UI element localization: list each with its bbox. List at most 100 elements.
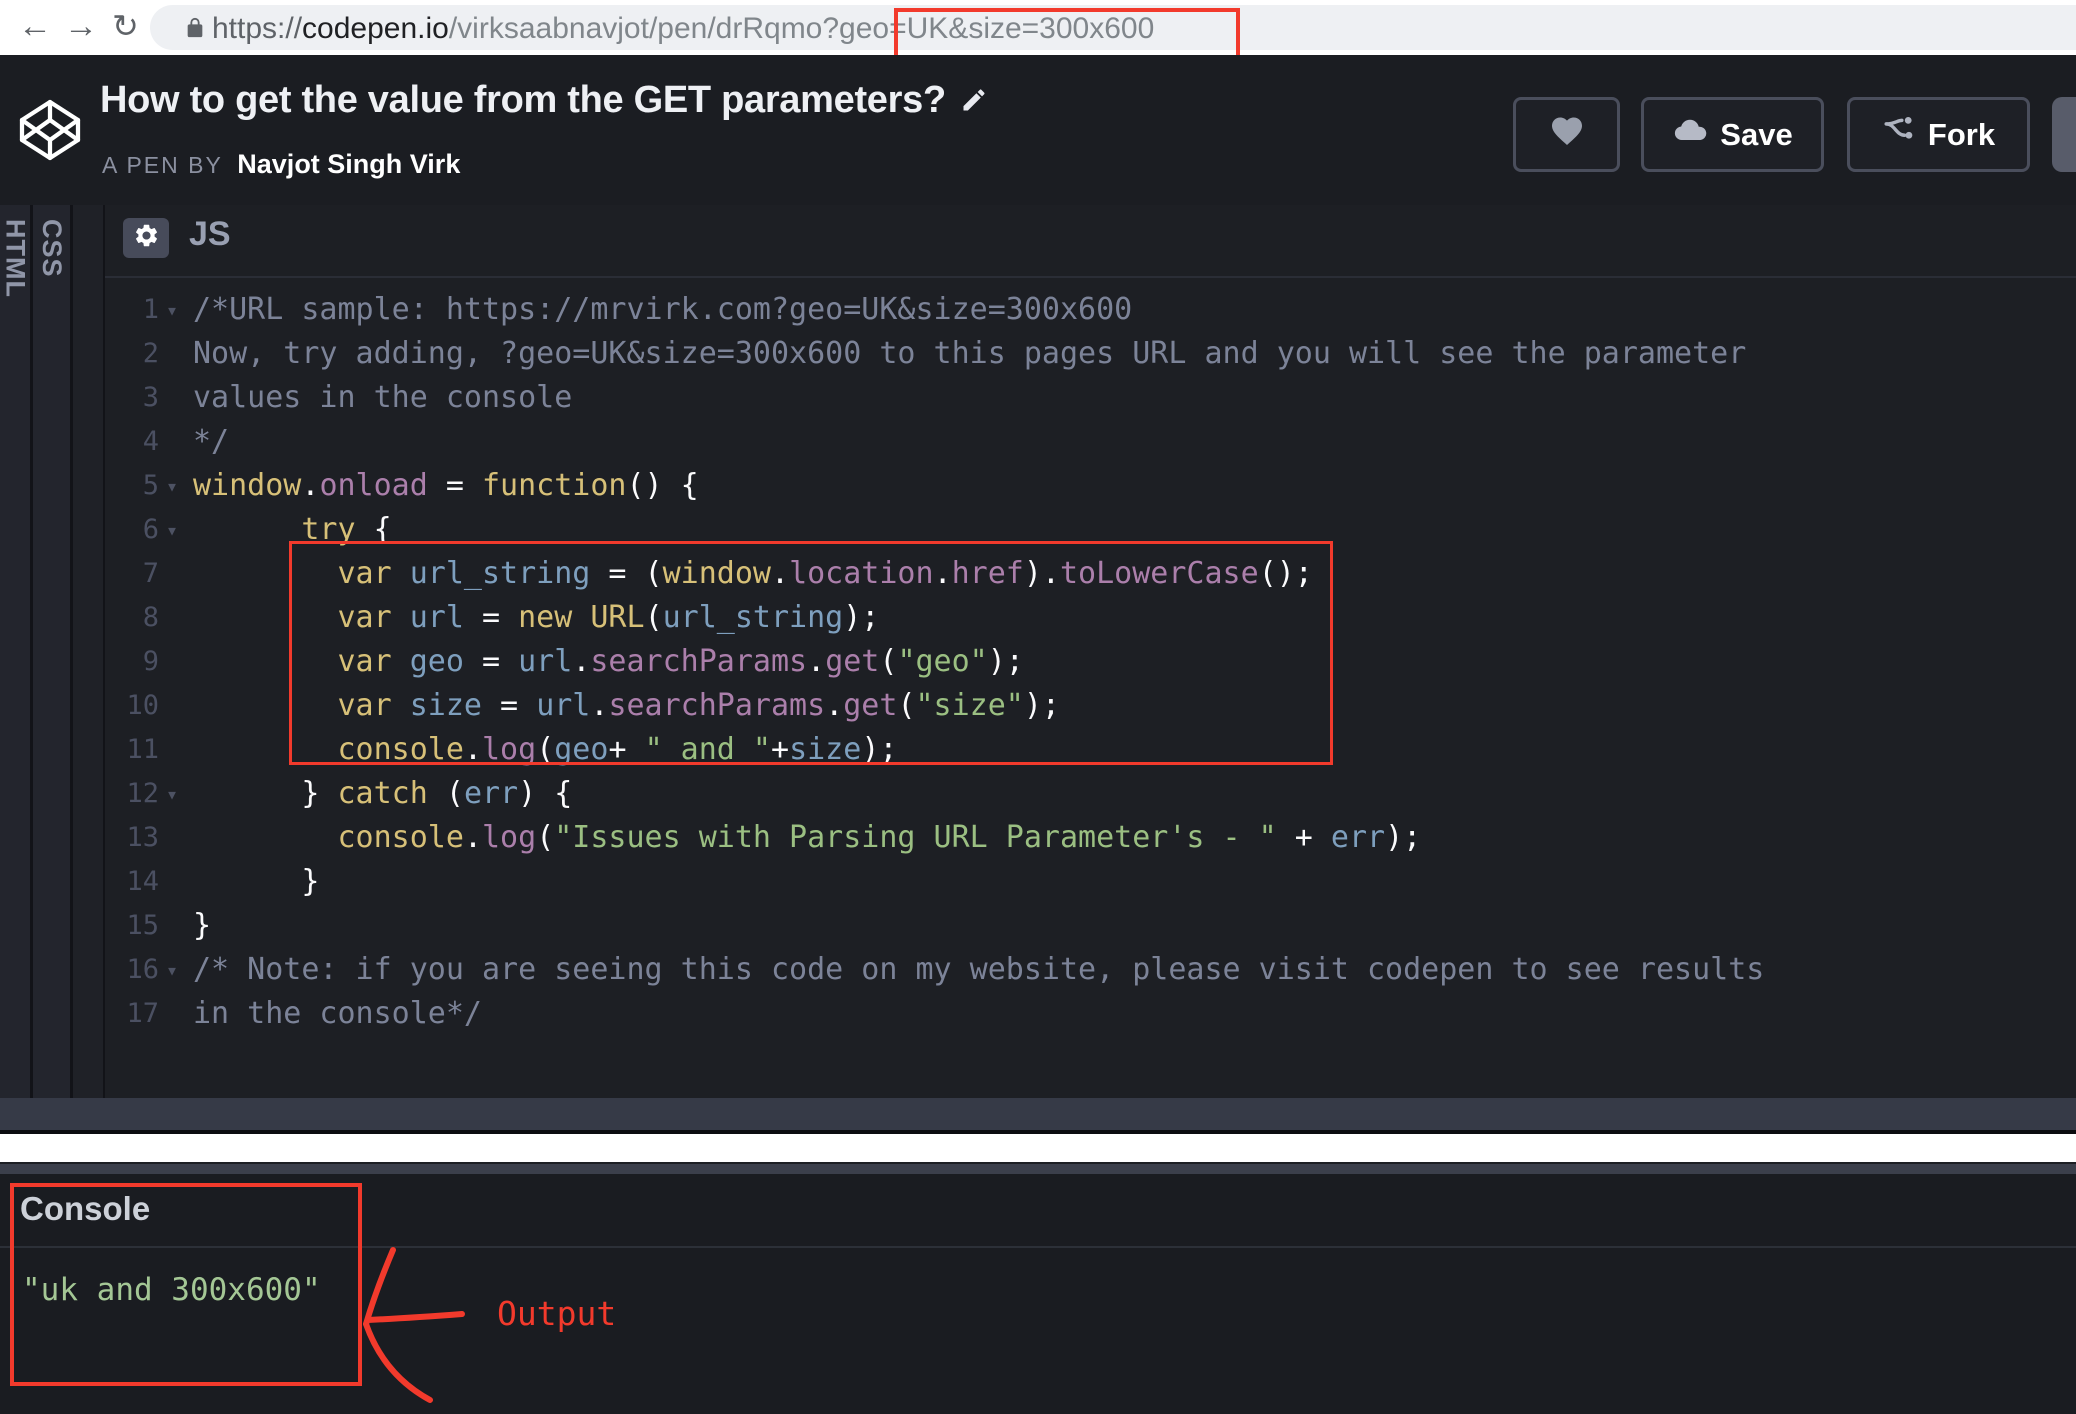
url-path: /virksaabnavjot/pen/drRqmo <box>449 12 823 45</box>
fold-arrow-icon[interactable]: ▾ <box>159 464 185 508</box>
author-name[interactable]: Navjot Singh Virk <box>237 149 460 179</box>
code-token: . <box>572 644 590 679</box>
line-number: 15 <box>109 904 159 948</box>
code-token: ( <box>428 776 464 811</box>
line-number: 11 <box>109 728 159 772</box>
lock-icon[interactable] <box>184 15 206 46</box>
code-token: ( <box>897 688 915 723</box>
code-line[interactable]: 14 } <box>105 860 2076 904</box>
reload-icon[interactable]: ↻ <box>112 6 139 46</box>
code-line[interactable]: 7 var url_string = (window.location.href… <box>105 552 2076 596</box>
code-token: get <box>843 688 897 723</box>
js-settings-button[interactable] <box>123 218 169 258</box>
code-token: new <box>518 600 572 635</box>
address-bar[interactable]: https://codepen.io/virksaabnavjot/pen/dr… <box>150 5 2076 50</box>
fold-arrow-icon[interactable]: ▾ <box>159 508 185 552</box>
console-top-bar[interactable] <box>0 1164 2076 1174</box>
code-token <box>572 600 590 635</box>
code-token: err <box>464 776 518 811</box>
code-text: var url = new URL(url_string); <box>185 596 879 640</box>
js-panel-header: JS <box>105 205 2076 278</box>
code-token: . <box>825 688 843 723</box>
code-line[interactable]: 17in the console*/ <box>105 992 2076 1036</box>
code-token: + <box>771 732 789 767</box>
code-token: . <box>301 468 319 503</box>
code-token: { <box>356 512 392 547</box>
code-text: var url_string = (window.location.href).… <box>185 552 1313 596</box>
code-token: ) { <box>518 776 572 811</box>
fold-arrow-icon[interactable]: ▾ <box>159 948 185 992</box>
line-number: 12 <box>109 772 159 816</box>
code-token <box>193 600 338 635</box>
fold-spacer <box>159 332 185 376</box>
fold-spacer <box>159 860 185 904</box>
code-token: . <box>464 820 482 855</box>
code-token: searchParams <box>608 688 825 723</box>
save-button[interactable]: Save <box>1641 97 1824 172</box>
code-token: "geo" <box>897 644 987 679</box>
code-token: "size" <box>916 688 1024 723</box>
fork-button[interactable]: Fork <box>1847 97 2030 172</box>
code-text: /* Note: if you are seeing this code on … <box>185 948 1764 992</box>
line-number: 13 <box>109 816 159 860</box>
code-token: size <box>410 688 482 723</box>
code-token: = <box>464 600 518 635</box>
code-token: location <box>789 556 934 591</box>
fold-spacer <box>159 904 185 948</box>
code-line[interactable]: 1▾/*URL sample: https://mrvirk.com?geo=U… <box>105 288 2076 332</box>
editor-console-splitter[interactable] <box>0 1098 2076 1134</box>
code-line[interactable]: 8 var url = new URL(url_string); <box>105 596 2076 640</box>
panel-gutter[interactable] <box>73 205 104 1098</box>
code-token: var <box>338 556 392 591</box>
line-number: 14 <box>109 860 159 904</box>
code-line[interactable]: 3values in the console <box>105 376 2076 420</box>
fold-arrow-icon[interactable]: ▾ <box>159 288 185 332</box>
code-token: + <box>608 732 644 767</box>
code-token <box>392 600 410 635</box>
code-line[interactable]: 4*/ <box>105 420 2076 464</box>
code-line[interactable]: 6▾ try { <box>105 508 2076 552</box>
code-line[interactable]: 16▾/* Note: if you are seeing this code … <box>105 948 2076 992</box>
code-text: Now, try adding, ?geo=UK&size=300x600 to… <box>185 332 1746 376</box>
url-scheme: https:// <box>212 12 302 45</box>
code-token: url <box>410 600 464 635</box>
code-token: function <box>482 468 627 503</box>
code-line[interactable]: 12▾ } catch (err) { <box>105 772 2076 816</box>
save-label: Save <box>1720 117 1792 153</box>
code-token: () { <box>627 468 699 503</box>
code-token: url_string <box>663 600 844 635</box>
console-output: "uk and 300x600" <box>22 1272 321 1308</box>
code-line[interactable]: 9 var geo = url.searchParams.get("geo"); <box>105 640 2076 684</box>
code-lines[interactable]: 1▾/*URL sample: https://mrvirk.com?geo=U… <box>105 288 2076 1098</box>
heart-icon <box>1547 113 1587 157</box>
collapsed-panel-css[interactable]: CSS <box>33 205 70 1098</box>
console-divider <box>0 1246 2076 1248</box>
code-token: /* Note: if you are seeing this code on … <box>193 952 1764 987</box>
code-token <box>193 688 338 723</box>
code-line[interactable]: 13 console.log("Issues with Parsing URL … <box>105 816 2076 860</box>
back-icon[interactable]: ← <box>18 6 52 46</box>
partial-button[interactable] <box>2052 97 2076 172</box>
code-token: "Issues with Parsing URL Parameter's - " <box>554 820 1276 855</box>
fold-arrow-icon[interactable]: ▾ <box>159 772 185 816</box>
code-line[interactable]: 10 var size = url.searchParams.get("size… <box>105 684 2076 728</box>
code-token: err <box>1331 820 1385 855</box>
line-number: 6 <box>109 508 159 552</box>
codepen-logo-icon[interactable] <box>18 98 82 167</box>
code-line[interactable]: 15} <box>105 904 2076 948</box>
code-token: ); <box>843 600 879 635</box>
collapsed-panel-html[interactable]: HTML <box>0 205 30 1098</box>
code-line[interactable]: 11 console.log(geo+ " and "+size); <box>105 728 2076 772</box>
pencil-icon[interactable] <box>960 81 988 124</box>
url-query: ?geo=UK&size=300x600 <box>822 12 1154 45</box>
forward-icon[interactable]: → <box>64 6 98 46</box>
love-button[interactable] <box>1513 97 1620 172</box>
code-line[interactable]: 5▾window.onload = function() { <box>105 464 2076 508</box>
url-text[interactable]: https://codepen.io/virksaabnavjot/pen/dr… <box>212 12 1154 46</box>
fold-spacer <box>159 376 185 420</box>
code-token: size <box>789 732 861 767</box>
code-token: = <box>482 688 536 723</box>
fold-spacer <box>159 684 185 728</box>
code-token: ); <box>861 732 897 767</box>
code-line[interactable]: 2Now, try adding, ?geo=UK&size=300x600 t… <box>105 332 2076 376</box>
